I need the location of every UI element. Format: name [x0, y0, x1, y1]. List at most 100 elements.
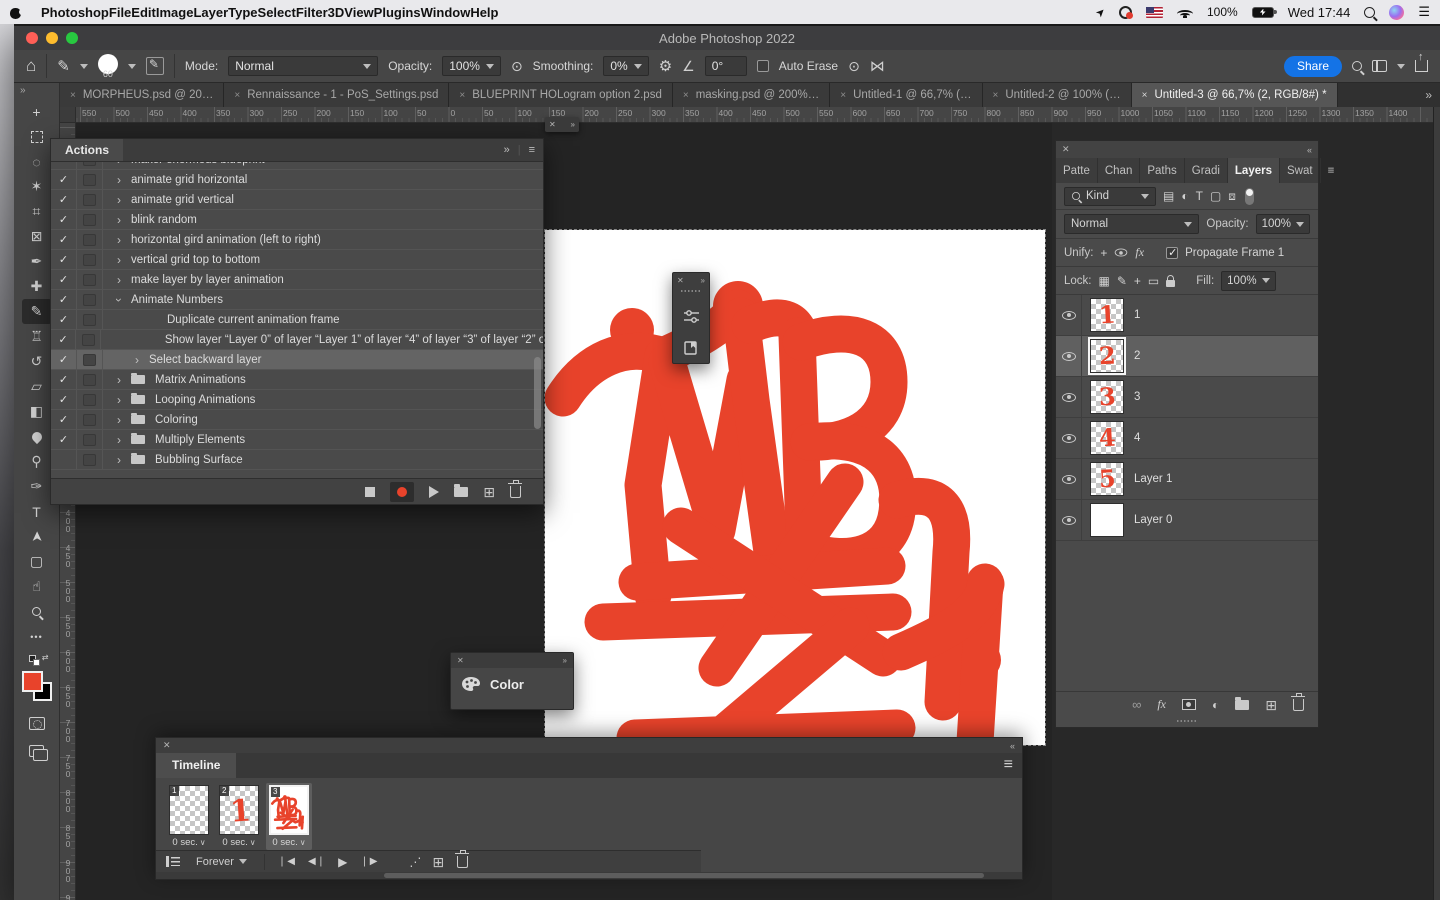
unify-position-icon[interactable]: +	[1100, 246, 1107, 260]
action-row[interactable]: › make layer by layer animation	[51, 270, 543, 290]
eyedropper-tool[interactable]: ✒	[22, 249, 52, 274]
action-dialog-toggle[interactable]	[77, 430, 103, 449]
siri-icon[interactable]	[1389, 4, 1405, 20]
action-row[interactable]: › animate grid vertical	[51, 190, 543, 210]
brush-preset-picker[interactable]: 60	[97, 53, 118, 79]
paint-symmetry-icon[interactable]: ⋈	[870, 57, 885, 75]
stop-recording-button[interactable]	[365, 486, 376, 497]
action-include-checkbox[interactable]	[51, 162, 77, 169]
type-tool[interactable]: T	[22, 499, 52, 524]
history-brush-tool[interactable]: ↺	[22, 349, 52, 374]
timeline-options-icon[interactable]	[166, 856, 180, 868]
type-layer-filter-icon[interactable]: T	[1196, 189, 1203, 203]
layer-thumbnail[interactable]: 3	[1090, 380, 1124, 414]
layer-name[interactable]: Layer 1	[1134, 473, 1172, 485]
close-icon[interactable]: ×	[683, 90, 689, 101]
lock-transparency-icon[interactable]: ▦	[1099, 274, 1110, 288]
home-icon[interactable]: ⌂	[26, 56, 36, 76]
hand-tool[interactable]: ☝	[22, 574, 52, 599]
panel-tab[interactable]: Paths	[1140, 158, 1185, 183]
panel-tab[interactable]: Chan	[1098, 158, 1141, 183]
dodge-tool[interactable]: ⚲	[22, 449, 52, 474]
action-row[interactable]: › Animate Numbers	[51, 290, 543, 310]
new-action-set-button[interactable]	[454, 484, 469, 497]
chevron-icon[interactable]: ›	[113, 233, 125, 247]
action-row[interactable]: › Duplicate current animation frame	[51, 310, 543, 330]
chevron-icon[interactable]: ›	[113, 413, 125, 427]
menu-item[interactable]: Window	[421, 5, 471, 20]
unify-visibility-icon[interactable]	[1115, 248, 1128, 257]
toolbar-collapse-chevron-icon[interactable]: »	[14, 85, 26, 99]
apple-menu-icon[interactable]	[10, 5, 25, 19]
action-include-checkbox[interactable]	[51, 370, 77, 389]
zoom-tool[interactable]	[22, 599, 52, 624]
timeline-tab[interactable]: Timeline	[156, 753, 237, 778]
layer-thumbnail[interactable]: 2	[1088, 337, 1126, 375]
opacity-select[interactable]: 100%	[442, 56, 501, 76]
eraser-tool[interactable]: ▱	[22, 374, 52, 399]
tool-preset-pencil-icon[interactable]: ✎	[57, 57, 70, 75]
collapse-chevron-icon[interactable]: »	[504, 144, 510, 156]
spotlight-icon[interactable]	[1364, 6, 1376, 18]
chevron-icon[interactable]: ›	[113, 453, 125, 467]
panel-tab[interactable]: Patte	[1056, 158, 1098, 183]
shape-layer-filter-icon[interactable]: ▢	[1210, 189, 1221, 203]
tween-frames-icon[interactable]: ⋰	[409, 855, 421, 869]
layer-name[interactable]: Layer 0	[1134, 514, 1172, 526]
close-icon[interactable]: ✕	[549, 120, 556, 129]
panel-tab[interactable]: Gradi	[1185, 158, 1228, 183]
menu-item[interactable]: Image	[156, 5, 194, 20]
menu-item[interactable]: 3D	[328, 5, 345, 20]
share-button[interactable]: Share	[1283, 55, 1342, 77]
action-include-checkbox[interactable]	[51, 330, 77, 349]
frame-delay-select[interactable]: 0 sec.	[172, 837, 205, 848]
chevron-icon[interactable]: ›	[113, 193, 125, 207]
collapse-chevron-icon[interactable]: «	[1307, 145, 1312, 155]
frame-thumbnail[interactable]: 3	[269, 784, 309, 835]
filter-toggle-switch[interactable]	[1244, 187, 1254, 205]
document-tab[interactable]: × Rennaissance - 1 - PoS_Settings.psd	[224, 83, 450, 107]
menu-item[interactable]: Photoshop	[41, 5, 109, 20]
collapsed-panel-bar[interactable]: ✕ »	[545, 117, 579, 132]
close-icon[interactable]: ✕	[1062, 144, 1070, 155]
scrollbar-thumb[interactable]	[534, 357, 541, 429]
action-dialog-toggle[interactable]	[77, 310, 103, 329]
close-icon[interactable]: ×	[234, 90, 240, 101]
action-row[interactable]: › blink random	[51, 210, 543, 230]
timeline-scrollbar[interactable]	[156, 872, 1022, 879]
document-tab[interactable]: × MORPHEUS.psd @ 20…	[60, 83, 225, 107]
input-language-flag-icon[interactable]	[1146, 6, 1163, 18]
action-row[interactable]: › Select backward layer	[51, 350, 543, 370]
chevron-icon[interactable]: ›	[113, 393, 125, 407]
brush-settings-panel-toggle[interactable]	[145, 57, 164, 75]
adjustment-layer-filter-icon[interactable]: ◐	[1181, 189, 1188, 203]
frame-delay-select[interactable]: 0 sec.	[272, 837, 305, 848]
menu-item[interactable]: Plugins	[374, 5, 421, 20]
layer-row[interactable]: Layer 0	[1056, 500, 1318, 541]
panel-menu-icon[interactable]: ≡	[995, 753, 1022, 778]
expand-chevron-icon[interactable]: »	[563, 656, 567, 665]
close-icon[interactable]: ✕	[677, 276, 684, 285]
close-icon[interactable]: ✕	[457, 656, 464, 665]
menu-item[interactable]: File	[109, 5, 131, 20]
clone-stamp-tool[interactable]: ♖	[22, 324, 52, 349]
chevron-icon[interactable]: ›	[113, 162, 125, 167]
action-row[interactable]: › animate grid horizontal	[51, 170, 543, 190]
resize-grip[interactable]	[1176, 719, 1198, 723]
layer-visibility-toggle[interactable]	[1056, 295, 1082, 335]
layer-name[interactable]: 1	[1134, 309, 1140, 321]
lock-artboard-icon[interactable]: ▭	[1148, 274, 1159, 288]
layer-visibility-toggle[interactable]	[1056, 336, 1082, 376]
propagate-frame-checkbox[interactable]	[1166, 246, 1179, 259]
document-tab[interactable]: × Untitled-3 @ 66,7% (2, RGB/8#) *	[1131, 83, 1338, 107]
action-dialog-toggle[interactable]	[77, 190, 103, 209]
action-dialog-toggle[interactable]	[77, 290, 103, 309]
action-include-checkbox[interactable]	[51, 290, 77, 309]
panel-tab[interactable]: Swat	[1280, 158, 1321, 183]
duplicate-frame-button[interactable]: ⊞	[432, 855, 444, 869]
add-layer-mask-icon[interactable]	[1182, 699, 1197, 710]
action-dialog-toggle[interactable]	[77, 230, 103, 249]
lasso-tool[interactable]: ◌	[22, 149, 52, 174]
close-icon[interactable]: ×	[459, 90, 465, 101]
action-dialog-toggle[interactable]	[77, 390, 103, 409]
